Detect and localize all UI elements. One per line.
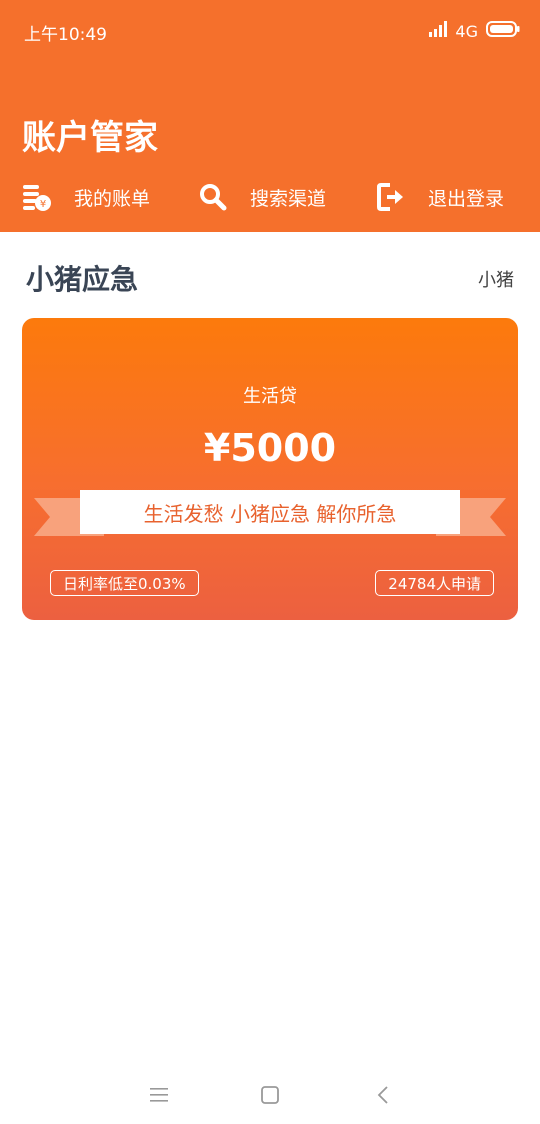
network-type: 4G [455,21,478,41]
svg-text:¥: ¥ [40,199,46,210]
search-icon [198,182,228,212]
rate-badge: 日利率低至0.03% [50,570,199,596]
section-tag[interactable]: 小猪 [478,266,514,292]
system-nav-bar [0,1064,540,1124]
header: 上午10:49 4G 账户管家 ¥ 我的账单 搜索渠道 退出登录 [0,0,540,232]
status-indicators: 4G [429,20,520,42]
section-title: 小猪应急 [26,263,139,296]
status-time: 上午10:49 [24,25,107,45]
my-bill-button[interactable]: ¥ 我的账单 [22,172,150,222]
search-channel-button[interactable]: 搜索渠道 [198,172,326,222]
slogan-banner: 生活发愁 小猪应急 解你所急 [80,490,460,534]
status-bar: 上午10:49 4G [0,0,540,60]
loan-product-card[interactable]: 生活贷 ¥5000 生活发愁 小猪应急 解你所急 日利率低至0.03% 2478… [22,318,518,620]
bill-icon: ¥ [22,182,52,212]
toolbar: ¥ 我的账单 搜索渠道 退出登录 [0,172,540,222]
loan-amount: ¥5000 [203,426,337,470]
applicants-badge: 24784人申请 [375,570,494,596]
logout-label: 退出登录 [428,187,505,210]
page-title: 账户管家 [22,118,158,158]
menu-icon[interactable] [144,1080,174,1110]
back-icon[interactable] [368,1080,398,1110]
signal-icon [429,21,448,41]
home-icon[interactable] [255,1080,285,1110]
logout-button[interactable]: 退出登录 [376,172,504,222]
battery-icon [486,21,520,41]
my-bill-label: 我的账单 [74,187,151,210]
search-channel-label: 搜索渠道 [250,187,327,210]
logout-icon [376,182,406,212]
product-name: 生活贷 [243,386,297,407]
